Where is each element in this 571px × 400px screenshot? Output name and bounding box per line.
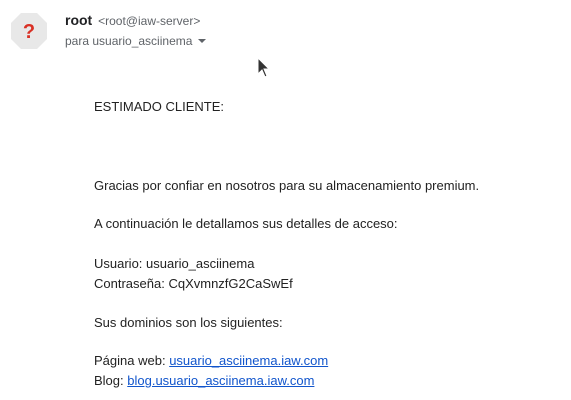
username-label: Usuario: bbox=[94, 256, 143, 271]
blog-line: Blog: blog.usuario_asciinema.iaw.com bbox=[94, 373, 314, 389]
website-label: Página web: bbox=[94, 353, 166, 368]
greeting-text: ESTIMADO CLIENTE: bbox=[94, 99, 225, 114]
mouse-cursor-icon bbox=[257, 56, 271, 79]
domains-intro-text: Sus dominios son los siguientes: bbox=[94, 315, 283, 330]
sender-email: <root@iaw-server> bbox=[98, 14, 201, 28]
website-line: Página web: usuario_asciinema.iaw.com bbox=[94, 353, 328, 369]
website-link[interactable]: usuario_asciinema.iaw.com bbox=[169, 353, 328, 368]
sender-name[interactable]: root bbox=[65, 12, 92, 28]
unknown-sender-icon: ? bbox=[11, 13, 47, 49]
blog-link[interactable]: blog.usuario_asciinema.iaw.com bbox=[127, 373, 314, 388]
chevron-down-icon[interactable] bbox=[198, 39, 207, 43]
sender-line: root <root@iaw-server> bbox=[65, 11, 200, 30]
recipient-label: para usuario_asciinema bbox=[65, 34, 193, 48]
password-label: Contraseña: bbox=[94, 276, 165, 291]
blog-label: Blog: bbox=[94, 373, 124, 388]
username-value: usuario_asciinema bbox=[146, 256, 255, 271]
avatar-glyph: ? bbox=[23, 21, 35, 43]
password-line: Contraseña: CqXvmnzfG2CaSwEf bbox=[94, 276, 293, 292]
sender-avatar: ? bbox=[10, 12, 48, 50]
thanks-text: Gracias por confiar en nosotros para su … bbox=[94, 178, 480, 193]
details-intro-text: A continuación le detallamos sus detalle… bbox=[94, 216, 398, 231]
recipient-details-toggle[interactable]: para usuario_asciinema bbox=[65, 32, 207, 50]
password-value: CqXvmnzfG2CaSwEf bbox=[168, 276, 293, 291]
username-line: Usuario: usuario_asciinema bbox=[94, 256, 254, 272]
